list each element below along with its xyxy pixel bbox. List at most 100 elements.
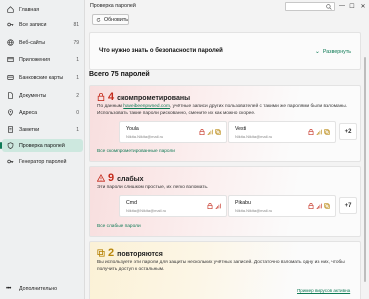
- more-accounts-button[interactable]: +7: [339, 197, 357, 214]
- close-button[interactable]: ✕: [358, 1, 368, 11]
- search-icon: [326, 4, 332, 10]
- weak-description: Эти пароли слишком простые, их легко взл…: [97, 185, 209, 190]
- copy-icon: [324, 203, 330, 209]
- all-weak-link[interactable]: Все слабые пароли: [97, 224, 141, 229]
- sidebar-item-count: 1: [76, 56, 79, 63]
- lock-alert-icon: [308, 129, 314, 135]
- account-name: Cmd: [126, 200, 137, 206]
- lock-alert-icon: [207, 203, 213, 209]
- sidebar-item-notes[interactable]: Заметки 1: [2, 123, 83, 136]
- shield-icon: [6, 142, 14, 150]
- copy-icon: [215, 129, 221, 135]
- window-title: Проверка паролей: [90, 3, 136, 9]
- sidebar-item-label: Заметки: [19, 126, 40, 133]
- more-dots-icon: •••: [6, 286, 11, 292]
- weak-group: 9 слабых Эти пароли слишком простые, их …: [89, 166, 361, 237]
- main-content: Что нужно знать о безопасности паролей ⌄…: [85, 27, 369, 299]
- total-passwords: Всего 75 паролей: [89, 71, 150, 78]
- sidebar-item-label: Главная: [19, 6, 40, 13]
- refresh-label: Обновить: [104, 16, 128, 23]
- sidebar-item-count: 2: [76, 92, 79, 99]
- lock-alert-icon: [308, 203, 314, 209]
- account-email: Nikita@Nikita@mail.ru: [126, 208, 167, 213]
- account-card[interactable]: Cmd Nikita@Nikita@mail.ru: [119, 195, 227, 217]
- location-icon: [6, 109, 14, 117]
- lock-alert-icon: [97, 93, 105, 101]
- strength-icon: [316, 129, 322, 135]
- sidebar-item-count: 81: [73, 21, 79, 28]
- sidebar-item-label: Все записи: [19, 21, 47, 28]
- weak-label: слабых: [117, 176, 144, 183]
- close-icon: ✕: [360, 3, 366, 10]
- sidebar-item-home[interactable]: Главная: [2, 3, 83, 16]
- sidebar-item-label: Банковские карты: [19, 74, 64, 81]
- strength-icon: [316, 203, 322, 209]
- maximize-icon: ☐: [349, 3, 355, 10]
- more-label: Дополнительно: [19, 286, 58, 292]
- strength-icon: [207, 129, 213, 135]
- account-email: Nikita.Nikita@mail.ru: [235, 134, 273, 139]
- example-link[interactable]: Пример вирусов активна: [297, 288, 350, 293]
- search-input[interactable]: [285, 2, 335, 11]
- weak-count: 9: [108, 172, 115, 184]
- sidebar-item-addresses[interactable]: Адреса 0: [2, 106, 83, 119]
- security-info-title: Что нужно знать о безопасности паролей: [99, 48, 223, 54]
- sidebar-item-count: 1: [76, 126, 79, 133]
- sidebar-item-label: Приложения: [19, 56, 50, 63]
- sidebar-item-count: 1: [76, 74, 79, 81]
- scrollbar[interactable]: [364, 57, 366, 282]
- security-info-card[interactable]: Что нужно знать о безопасности паролей ⌄…: [89, 32, 361, 70]
- account-name: Pikabu: [235, 200, 251, 206]
- sidebar-item-websites[interactable]: Веб-сайты 79: [2, 36, 83, 49]
- account-name: Youla: [126, 126, 139, 132]
- refresh-button[interactable]: Обновить: [92, 14, 129, 25]
- sidebar-item-count: 79: [73, 39, 79, 46]
- compromised-group: 4 скомпрометированы По данным haveibeenp…: [89, 85, 361, 162]
- account-card[interactable]: Vesti Nikita.Nikita@mail.ru: [228, 121, 336, 143]
- sidebar: Главная Все записи 81 Веб-сайты 79 Прило…: [0, 0, 85, 299]
- sidebar-item-label: Генератор паролей: [19, 158, 67, 165]
- key-icon: [6, 21, 14, 29]
- haveibeenpwned-link[interactable]: haveibeenpwned.com: [123, 104, 170, 109]
- title-bar: Проверка паролей — ☐ ✕: [85, 0, 369, 12]
- sidebar-item-label: Документы: [19, 92, 47, 99]
- all-compromised-link[interactable]: Все скомпрометированные пароли: [97, 149, 175, 154]
- minimize-button[interactable]: —: [337, 1, 347, 11]
- home-icon: [6, 6, 14, 14]
- compromised-label: скомпрометированы: [117, 95, 191, 102]
- sidebar-item-label: Веб-сайты: [19, 39, 46, 46]
- sidebar-item-generator[interactable]: Генератор паролей: [2, 155, 83, 168]
- strength-icon: [215, 203, 221, 209]
- sidebar-item-password-check[interactable]: Проверка паролей: [0, 139, 83, 152]
- account-name: Vesti: [235, 126, 247, 132]
- compromised-count: 4: [108, 91, 115, 103]
- sidebar-item-apps[interactable]: Приложения 1: [2, 53, 83, 66]
- reused-count: 2: [108, 247, 115, 259]
- sidebar-item-label: Проверка паролей: [19, 142, 65, 149]
- key-generator-icon: [6, 158, 14, 166]
- account-card[interactable]: Youla Nikita.Nikita@mail.ru: [119, 121, 227, 143]
- sidebar-item-cards[interactable]: Банковские карты 1: [2, 71, 83, 84]
- sidebar-item-documents[interactable]: Документы 2: [2, 89, 83, 102]
- account-email: Nikita.Nikita@mail.ru: [235, 208, 273, 213]
- sidebar-item-count: 0: [76, 109, 79, 116]
- lock-alert-icon: [199, 129, 205, 135]
- warning-icon: [97, 174, 105, 182]
- note-icon: [6, 126, 14, 134]
- account-card[interactable]: Pikabu Nikita.Nikita@mail.ru: [228, 195, 336, 217]
- apps-icon: [6, 56, 14, 64]
- more-button[interactable]: ••• Дополнительно: [6, 286, 57, 292]
- card-icon: [6, 74, 14, 82]
- reused-description: Вы используете эти пароли для защиты нес…: [97, 260, 345, 272]
- copy-icon: [324, 129, 330, 135]
- document-icon: [6, 92, 14, 100]
- refresh-icon: [96, 17, 101, 22]
- sidebar-item-all[interactable]: Все записи 81: [2, 18, 83, 31]
- expand-button[interactable]: ⌄ Развернуть: [314, 48, 351, 56]
- more-accounts-button[interactable]: +2: [339, 123, 357, 140]
- maximize-button[interactable]: ☐: [347, 1, 357, 11]
- description-text: По данным: [97, 104, 124, 109]
- chevron-down-icon: ⌄: [314, 49, 320, 55]
- duplicate-icon: [97, 249, 105, 257]
- account-email: Nikita.Nikita@mail.ru: [126, 134, 164, 139]
